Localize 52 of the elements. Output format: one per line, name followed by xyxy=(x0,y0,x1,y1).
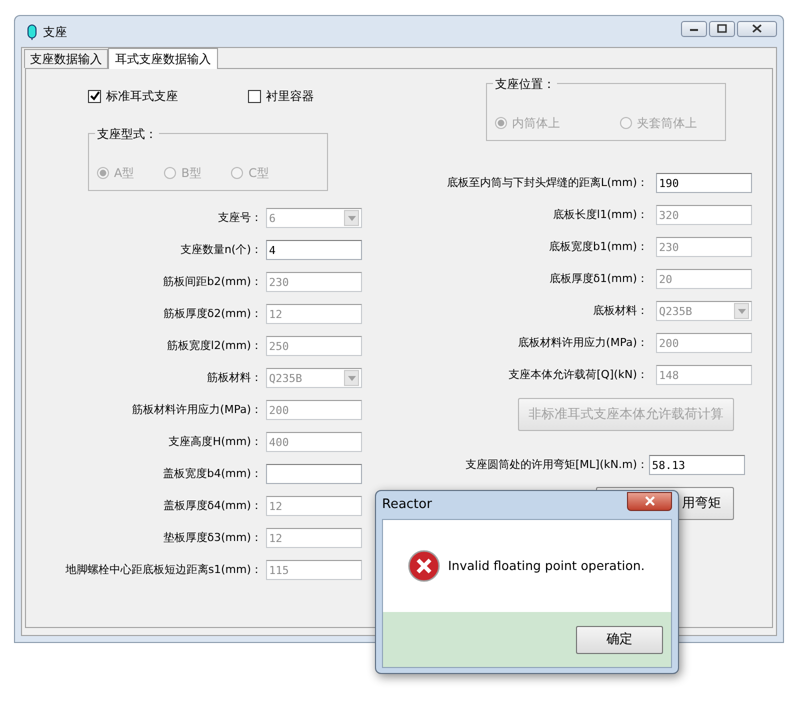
dialog-title: Reactor xyxy=(382,496,432,514)
caret-icon xyxy=(344,370,359,386)
checkbox-label: 衬里容器 xyxy=(266,88,314,105)
field-label: 筋板材料： xyxy=(206,370,262,386)
field-label: 支座高度H(mm)： xyxy=(168,434,262,450)
field-label: 筋板宽度l2(mm)： xyxy=(166,338,262,354)
field-label: 支座号： xyxy=(217,210,262,226)
field-label: 盖板宽度b4(mm)： xyxy=(162,466,262,482)
caret-icon xyxy=(734,303,749,319)
window-title: 支座 xyxy=(43,24,67,40)
close-button[interactable] xyxy=(627,492,672,510)
ok-button[interactable]: 确定 xyxy=(576,626,663,654)
field-label: 地脚螺栓中心距底板短边距离s1(mm)： xyxy=(64,562,262,578)
app-icon xyxy=(27,24,37,40)
tab[interactable]: 耳式支座数据输入 xyxy=(108,48,218,69)
input-field[interactable]: 190 xyxy=(656,173,752,193)
group-title: 支座位置： xyxy=(493,75,557,93)
field-label: 筋板材料许用应力(MPa)： xyxy=(131,402,262,418)
input-field[interactable]: 4 xyxy=(266,240,362,260)
input-field[interactable] xyxy=(266,464,362,484)
field-label: 底板材料： xyxy=(592,302,648,319)
maximize-button[interactable] xyxy=(709,20,735,36)
minimize-button[interactable] xyxy=(681,20,707,36)
field-label: 支座本体允许载荷[Q](kN)： xyxy=(508,366,648,383)
caret-icon xyxy=(344,210,359,226)
field-label: 盖板厚度δ4(mm)： xyxy=(162,498,262,514)
maximize-icon xyxy=(717,24,727,33)
close-icon xyxy=(752,24,762,33)
field-label: 垫板厚度δ3(mm)： xyxy=(162,530,262,546)
field-label: 底板至内筒与下封头焊缝的距离L(mm)： xyxy=(446,174,648,191)
field-label: 底板宽度b1(mm)： xyxy=(548,238,648,255)
radio-label: B型 xyxy=(181,165,202,182)
field-label: 筋板间距b2(mm)： xyxy=(162,274,262,290)
field-label: 底板材料许用应力(MPa)： xyxy=(517,334,648,351)
error-icon xyxy=(408,550,440,582)
close-icon xyxy=(644,496,656,506)
field-label: 筋板厚度δ2(mm)： xyxy=(162,306,262,322)
checkbox[interactable] xyxy=(248,90,261,102)
field-label: 底板厚度δ1(mm)： xyxy=(548,270,648,287)
checkbox[interactable] xyxy=(88,90,101,102)
close-button[interactable] xyxy=(737,20,777,36)
radio-label: 内筒体上 xyxy=(512,115,560,132)
radio-label: 夹套筒体上 xyxy=(637,115,697,132)
field-label: 底板长度l1(mm)： xyxy=(552,206,648,223)
field-label: 支座数量n(个)： xyxy=(179,242,262,258)
tab[interactable]: 支座数据输入 xyxy=(24,49,108,68)
checkbox-label: 标准耳式支座 xyxy=(106,88,178,105)
radio-label: C型 xyxy=(248,165,269,182)
radio-label: A型 xyxy=(114,165,134,182)
field-label: 支座圆筒处的许用弯矩[ML](kN.m)： xyxy=(464,456,648,473)
input-field[interactable]: 58.13 xyxy=(649,455,745,475)
error-message: Invalid floating point operation. xyxy=(448,556,645,575)
